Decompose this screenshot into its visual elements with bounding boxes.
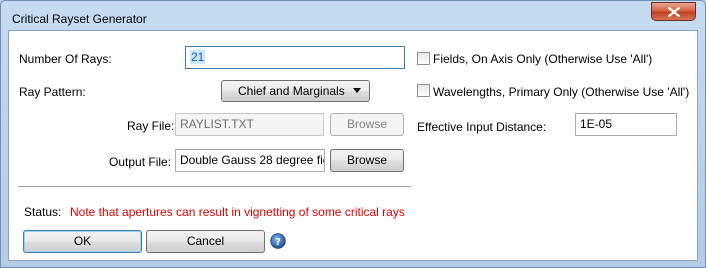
- num-rays-value: 21: [190, 50, 206, 64]
- ray-file-browse-button[interactable]: Browse: [330, 113, 404, 136]
- ray-pattern-select[interactable]: Chief and Marginals: [221, 80, 370, 102]
- cancel-button[interactable]: Cancel: [146, 230, 265, 253]
- ray-pattern-value: Chief and Marginals: [238, 84, 345, 98]
- close-button[interactable]: [651, 2, 696, 21]
- wavelengths-primary-checkbox[interactable]: [417, 84, 430, 97]
- window-title: Critical Rayset Generator: [12, 12, 147, 26]
- help-icon[interactable]: ?: [270, 233, 286, 249]
- title-bar[interactable]: Critical Rayset Generator: [1, 1, 705, 31]
- effective-input-distance-label: Effective Input Distance:: [417, 120, 547, 134]
- close-icon: [668, 7, 680, 17]
- status-label: Status:: [24, 205, 62, 219]
- ray-file-label: Ray File:: [127, 119, 175, 133]
- output-file-label: Output File:: [109, 155, 172, 169]
- dialog-body: Number Of Rays: 21 Ray Pattern: Chief an…: [8, 30, 698, 261]
- effective-input-distance-input[interactable]: 1E-05: [575, 113, 677, 136]
- separator: [18, 186, 411, 187]
- status-message: Note that apertures can result in vignet…: [70, 205, 405, 219]
- ok-button[interactable]: OK: [23, 230, 142, 253]
- wavelengths-primary-label[interactable]: Wavelengths, Primary Only (Otherwise Use…: [433, 85, 689, 99]
- dialog-window: Critical Rayset Generator Number Of Rays…: [0, 0, 706, 268]
- svg-text:?: ?: [275, 237, 281, 248]
- fields-on-axis-label[interactable]: Fields, On Axis Only (Otherwise Use 'All…: [433, 52, 652, 66]
- output-file-input[interactable]: Double Gauss 28 degree field: [175, 149, 325, 172]
- ray-file-input[interactable]: RAYLIST.TXT: [175, 113, 324, 136]
- num-rays-label: Number Of Rays:: [19, 52, 112, 66]
- num-rays-input[interactable]: 21: [185, 46, 405, 69]
- fields-on-axis-checkbox[interactable]: [417, 52, 430, 65]
- output-file-browse-button[interactable]: Browse: [330, 149, 404, 172]
- chevron-down-icon: [353, 88, 361, 93]
- ray-pattern-label: Ray Pattern:: [19, 85, 86, 99]
